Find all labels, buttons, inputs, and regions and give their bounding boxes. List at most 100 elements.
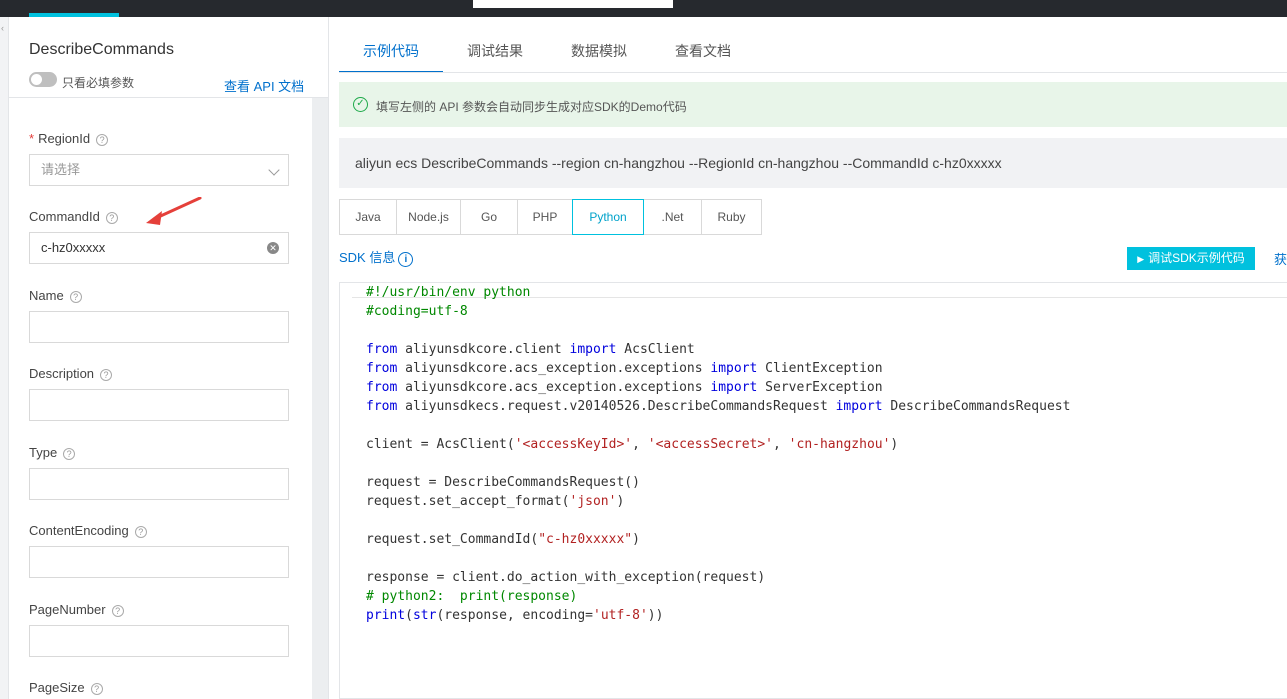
code-token: print xyxy=(366,608,406,623)
parameter-panel-header: DescribeCommands 只看必填参数 查看 API 文档 xyxy=(9,17,328,98)
help-icon[interactable]: ? xyxy=(134,525,147,538)
code-token: ( xyxy=(405,608,413,623)
label-text: RegionId xyxy=(38,131,91,146)
field-label-type: Type? xyxy=(29,445,76,460)
field-label-description: Description? xyxy=(29,366,113,381)
code-token: aliyunsdkcore.acs_exception.exceptions xyxy=(397,380,711,395)
sdk-info-label: SDK 信息 xyxy=(339,250,396,265)
toggle-knob xyxy=(31,74,42,85)
code-token: 'cn-hangzhou' xyxy=(788,437,891,452)
clear-icon[interactable]: ✕ xyxy=(267,242,279,254)
label-text: ContentEncoding xyxy=(29,523,129,538)
label-text: CommandId xyxy=(29,209,100,224)
help-icon[interactable]: ? xyxy=(63,447,76,460)
code-token: import xyxy=(710,361,758,376)
sdk-info-link[interactable]: SDK 信息 i xyxy=(339,247,414,267)
required-only-toggle[interactable] xyxy=(29,72,57,87)
field-label-pagesize: PageSize? xyxy=(29,680,103,695)
code-token: aliyunsdkcore.client xyxy=(397,342,570,357)
label-text: Description xyxy=(29,366,95,381)
code-token: from xyxy=(366,342,398,357)
tab-view-docs[interactable]: 查看文档 xyxy=(651,33,755,73)
cli-command: aliyun ecs DescribeCommands --region cn-… xyxy=(355,155,1002,171)
info-icon: i xyxy=(398,252,414,267)
play-icon: ▶ xyxy=(1137,254,1145,264)
code-token: '<accessSecret>' xyxy=(647,437,774,452)
lang-tab-dotnet[interactable]: .Net xyxy=(643,199,702,235)
collapse-arrow-icon[interactable]: ‹ xyxy=(1,23,4,33)
code-token: import xyxy=(835,399,883,414)
code-token: request = DescribeCommandsRequest() xyxy=(366,475,640,490)
code-token: AcsClient xyxy=(616,342,695,357)
code-token: from xyxy=(366,399,398,414)
help-icon[interactable]: ? xyxy=(111,604,124,617)
code-token: import xyxy=(710,380,758,395)
pagenumber-input[interactable] xyxy=(29,625,289,657)
code-token: import xyxy=(569,342,617,357)
code-token: (response, encoding= xyxy=(436,608,593,623)
code-token: ) xyxy=(616,494,625,509)
tab-debug-result[interactable]: 调试结果 xyxy=(443,33,547,73)
code-token: ) xyxy=(890,437,899,452)
help-icon[interactable]: ? xyxy=(96,133,109,146)
tab-data-mock[interactable]: 数据模拟 xyxy=(547,33,651,73)
name-input[interactable] xyxy=(29,311,289,343)
lang-tab-go[interactable]: Go xyxy=(460,199,518,235)
collapse-rail[interactable]: ‹ xyxy=(0,17,9,699)
cli-command-box: aliyun ecs DescribeCommands --region cn-… xyxy=(339,138,1287,188)
help-icon[interactable]: ? xyxy=(90,682,103,695)
commandid-value: c-hz0xxxxx xyxy=(41,240,106,255)
tabs-divider xyxy=(339,72,1287,73)
contentencoding-input[interactable] xyxy=(29,546,289,578)
debug-sdk-button[interactable]: ▶ 调试SDK示例代码 xyxy=(1127,247,1255,270)
type-input[interactable] xyxy=(29,468,289,500)
field-label-contentencoding: ContentEncoding? xyxy=(29,523,147,538)
code-token: client = AcsClient( xyxy=(366,437,515,452)
code-token: str xyxy=(412,608,437,623)
check-circle-icon: ✓ xyxy=(353,97,368,112)
get-link[interactable]: 获 xyxy=(1274,249,1287,268)
code-token: request.set_accept_format( xyxy=(366,494,570,509)
view-api-doc-link[interactable]: 查看 API 文档 xyxy=(224,76,304,95)
lang-tab-java[interactable]: Java xyxy=(339,199,397,235)
help-icon[interactable]: ? xyxy=(105,211,118,224)
top-search-box[interactable] xyxy=(473,0,673,8)
code-token: '<accessKeyId>' xyxy=(514,437,633,452)
code-token: response = client.do_action_with_excepti… xyxy=(366,570,766,585)
lang-tab-nodejs[interactable]: Node.js xyxy=(396,199,461,235)
top-navigation-bar xyxy=(0,0,1287,17)
description-input[interactable] xyxy=(29,389,289,421)
code-token: request.set_CommandId( xyxy=(366,532,539,547)
code-token: DescribeCommandsRequest xyxy=(882,399,1071,414)
api-title: DescribeCommands xyxy=(29,41,174,58)
toggle-label: 只看必填参数 xyxy=(62,76,135,90)
parameter-panel: DescribeCommands 只看必填参数 查看 API 文档 * Regio… xyxy=(9,17,329,699)
code-token: # python2: print(response) xyxy=(366,589,578,604)
debug-button-label: 调试SDK示例代码 xyxy=(1148,251,1245,265)
field-label-regionid: * RegionId? xyxy=(29,131,109,146)
code-token: from xyxy=(366,380,398,395)
lang-tab-ruby[interactable]: Ruby xyxy=(701,199,762,235)
code-content: #!/usr/bin/env python #coding=utf-8 from… xyxy=(366,283,1070,625)
code-token: , xyxy=(632,437,648,452)
tab-sample-code[interactable]: 示例代码 xyxy=(339,33,443,73)
field-label-commandid: CommandId? xyxy=(29,209,118,224)
label-text: Type xyxy=(29,445,58,460)
code-token: ClientException xyxy=(757,361,883,376)
help-icon[interactable]: ? xyxy=(100,368,113,381)
help-icon[interactable]: ? xyxy=(69,290,82,303)
code-token: from xyxy=(366,361,398,376)
notice-text: 填写左侧的 API 参数会自动同步生成对应SDK的Demo代码 xyxy=(376,100,687,114)
scrollbar[interactable] xyxy=(312,98,328,699)
code-token: ) xyxy=(632,532,640,547)
regionid-select[interactable]: 请选择 xyxy=(29,154,289,186)
code-token: "c-hz0xxxxx" xyxy=(538,532,633,547)
required-mark: * xyxy=(29,131,35,146)
notice-banner: ✓ 填写左侧的 API 参数会自动同步生成对应SDK的Demo代码 xyxy=(339,82,1287,127)
regionid-placeholder: 请选择 xyxy=(41,162,81,177)
code-editor[interactable]: #!/usr/bin/env python #coding=utf-8 from… xyxy=(339,282,1287,699)
code-token: )) xyxy=(647,608,664,623)
label-text: PageNumber xyxy=(29,602,106,617)
lang-tab-python[interactable]: Python xyxy=(572,199,644,235)
lang-tab-php[interactable]: PHP xyxy=(517,199,573,235)
